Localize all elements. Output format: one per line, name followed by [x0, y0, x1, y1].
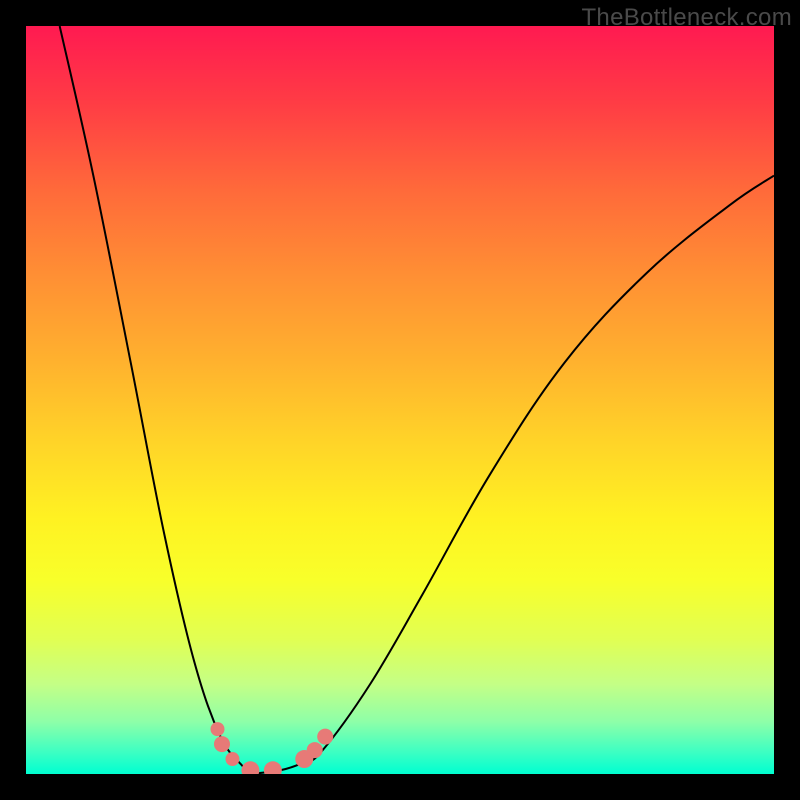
data-marker: [225, 752, 239, 766]
curve-left-branch: [60, 26, 251, 774]
markers-group: [210, 722, 333, 774]
data-marker: [214, 736, 230, 752]
data-marker: [307, 742, 323, 758]
plot-svg: [26, 26, 774, 774]
watermark-text: TheBottleneck.com: [581, 4, 792, 32]
data-marker: [210, 722, 224, 736]
chart-canvas: TheBottleneck.com: [0, 0, 800, 800]
data-marker: [241, 761, 259, 774]
data-marker: [317, 729, 333, 745]
curve-right-branch: [250, 176, 774, 774]
data-marker: [264, 761, 282, 774]
plot-area: [26, 26, 774, 774]
